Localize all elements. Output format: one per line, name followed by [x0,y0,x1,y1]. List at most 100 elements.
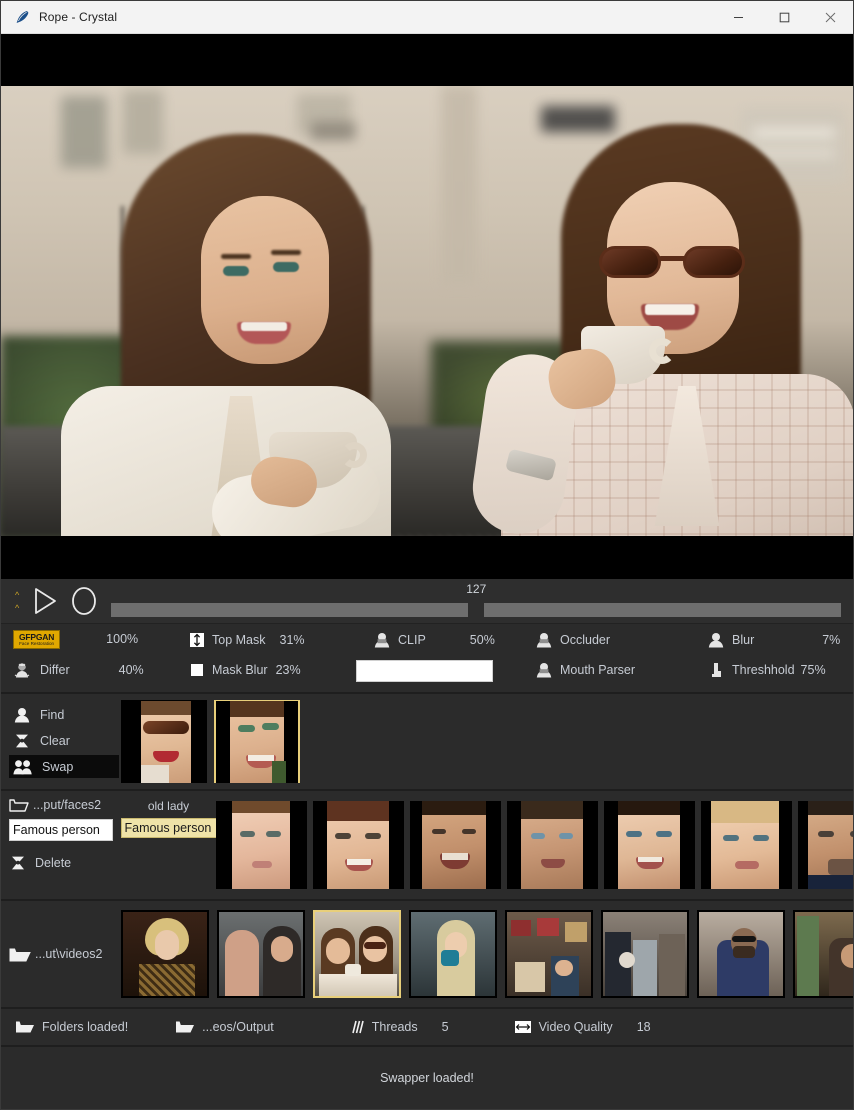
video-thumb[interactable] [505,910,593,998]
threads-value: 5 [441,1020,449,1034]
video-frame [1,86,853,536]
param-mouth-parser[interactable]: Mouth Parser [535,662,635,678]
face-group-label: old lady [147,799,190,813]
folder-open-icon [15,1019,35,1035]
clip-text-input[interactable] [356,660,493,682]
param-threshhold[interactable]: Threshhold 75% [709,662,826,678]
output-folder-button[interactable]: ...eos/Output [175,1019,274,1035]
library-face-thumb[interactable] [216,801,307,889]
face-tags: old lady Famous person [121,797,216,893]
chevron-up-icon-prev[interactable]: ^ [15,590,19,599]
person-mask-icon [535,662,553,678]
maximize-icon[interactable] [761,1,807,34]
video-preview[interactable] [1,34,853,579]
app-window: Rope - Crystal ^ ^ 127 GFPGAN Face Resto… [0,0,854,1110]
person-icon [13,707,31,723]
folder-open-icon [175,1019,195,1035]
param-gfpgan-value: 100% [106,632,139,647]
differ-icon [13,662,31,678]
param-mask-blur[interactable]: Mask Blur 23% [189,662,301,678]
param-mask-blur-label: Mask Blur [212,663,268,677]
folders-loaded-button[interactable]: Folders loaded! [15,1019,128,1035]
library-face-thumb[interactable] [410,801,501,889]
param-top-mask[interactable]: Top Mask 31% [189,632,305,648]
library-face-thumb[interactable] [701,801,792,889]
video-thumb[interactable] [601,910,689,998]
param-clip-value: 50% [469,633,495,647]
video-scene-two-women-cafe [1,86,853,536]
param-occluder[interactable]: Occluder [535,632,610,648]
found-face-thumb-selected[interactable] [214,700,300,783]
delete-face-button[interactable]: Delete [9,855,121,871]
frame-number: 127 [466,581,487,596]
delete-face-label: Delete [35,856,72,870]
param-blur-label: Blur [732,633,755,647]
face-library-controls: ...put/faces2 Delete [1,797,121,893]
param-top-mask-value: 31% [279,633,305,647]
clear-button[interactable]: Clear [9,729,121,752]
minimize-icon[interactable] [715,1,761,34]
face-name-input[interactable] [9,819,113,841]
swap-button-label: Swap [42,759,74,774]
video-thumb[interactable] [217,910,305,998]
library-face-thumb[interactable] [798,801,853,889]
param-differ-label: Differ [40,663,70,677]
videos-folder-button[interactable]: ...ut\videos2 [9,946,121,963]
library-face-thumb[interactable] [313,801,404,889]
video-thumb-selected[interactable] [313,910,401,998]
two-people-icon [13,759,33,775]
video-thumb[interactable] [793,910,853,998]
library-face-thumb[interactable] [507,801,598,889]
param-gfpgan[interactable]: GFPGAN Face Restoration 100% [13,630,138,649]
folder-open-icon [9,797,29,813]
parameters-panel: GFPGAN Face Restoration 100% Top Mask 31… [1,624,853,694]
output-folder-label: ...eos/Output [202,1020,274,1034]
gfpgan-badge-icon: GFPGAN Face Restoration [13,630,61,649]
find-button[interactable]: Find [9,703,121,726]
video-thumb[interactable] [121,910,209,998]
param-threshhold-label: Threshhold [732,663,795,677]
videos-folder-label: ...ut\videos2 [35,947,103,961]
person-mask-icon [535,632,553,648]
arrows-horizontal-icon [514,1019,532,1035]
find-faces-panel: Find Clear Swap [1,694,853,791]
find-actions: Find Clear Swap [1,700,121,783]
face-library-strip[interactable] [216,797,853,893]
face-tag-chip[interactable]: Famous person [121,818,216,838]
param-mask-blur-value: 23% [275,663,301,677]
video-library-strip[interactable] [121,910,853,998]
gfpgan-badge-sub: Face Restoration [19,640,55,646]
param-differ-value: 40% [118,663,144,677]
close-icon[interactable] [807,1,853,34]
folder-open-icon [9,946,31,963]
param-top-mask-label: Top Mask [212,633,266,647]
threads-control[interactable]: Threads 5 [349,1019,449,1035]
play-icon[interactable] [27,584,61,618]
video-quality-value: 18 [636,1020,651,1034]
library-face-thumb[interactable] [604,801,695,889]
square-icon [189,662,205,678]
feather-icon [14,9,30,25]
param-mouth-parser-label: Mouth Parser [560,663,636,677]
chevron-up-icon-next[interactable]: ^ [15,603,19,612]
marker-controls: ^ ^ [15,590,19,612]
find-button-label: Find [40,707,65,722]
video-quality-control[interactable]: Video Quality 18 [514,1019,651,1035]
face-library-panel: ...put/faces2 Delete old lady Famous per… [1,791,853,901]
faces-folder-button[interactable]: ...put/faces2 [9,797,121,813]
timeline-handle[interactable] [468,598,485,621]
video-thumb[interactable] [409,910,497,998]
window-controls [715,1,853,34]
param-clip[interactable]: CLIP 50% [373,632,495,648]
timeline-slider[interactable]: 127 [107,579,845,624]
video-quality-label: Video Quality [538,1020,613,1034]
record-icon[interactable] [67,584,101,618]
param-differ[interactable]: Differ 40% [13,662,144,678]
found-faces-strip[interactable] [121,700,853,783]
swap-button[interactable]: Swap [9,755,119,778]
threshold-icon [709,662,723,678]
found-face-thumb[interactable] [121,700,207,783]
param-threshhold-value: 75% [800,663,826,677]
video-thumb[interactable] [697,910,785,998]
param-blur[interactable]: Blur 7% [707,632,840,648]
